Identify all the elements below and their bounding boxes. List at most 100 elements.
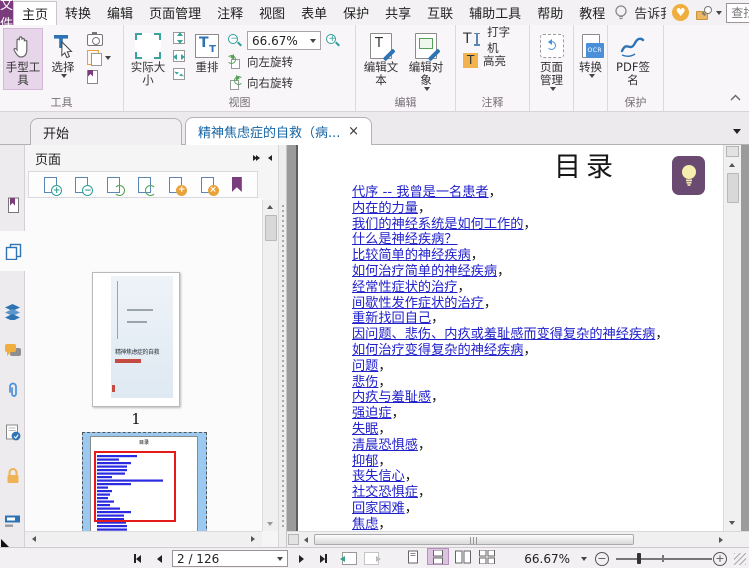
bookmark-page-button[interactable] [87,69,98,84]
menu-tab-comment[interactable]: 注释 [209,0,251,25]
page-rotate-left-button[interactable] [106,176,125,196]
zoom-slider-track[interactable] [616,558,712,560]
doc-hscroll-thumb[interactable] [314,534,634,545]
toc-link[interactable]: 焦虑 [352,517,378,531]
fit-height-icon[interactable] [173,32,185,44]
thumbnail-page-1[interactable]: 精神焦虑症的自救 [92,272,180,407]
zoom-out-icon[interactable]: − [227,33,243,49]
doc-scroll-right-icon[interactable] [715,534,727,546]
actual-size-button[interactable]: 实际大小 [127,28,169,90]
hand-tool-button[interactable]: 手型工具 [3,28,43,90]
menu-tab-accessibility[interactable]: 辅助工具 [461,0,529,25]
thumb-scroll-right-icon[interactable] [247,533,259,545]
menu-tab-home[interactable]: 主页 [13,1,58,25]
sidebar-item-pages[interactable] [0,231,26,271]
thumb-scroll-thumb[interactable] [265,215,277,241]
menu-tab-tutorial[interactable]: 教程 [571,0,613,25]
find-input[interactable] [727,5,749,20]
hsplit-handle[interactable] [288,534,299,545]
zoom-in-button[interactable]: + [712,548,728,568]
menu-tab-protect[interactable]: 保护 [335,0,377,25]
tab-document[interactable]: 精神焦虑症的自救（病... × [185,117,372,145]
layout-facing-button[interactable] [452,548,474,565]
doc-scroll-thumb[interactable] [726,173,739,203]
panel-expand-icon[interactable] [253,151,260,166]
layout-single-page-button[interactable] [402,548,424,565]
resize-grip[interactable] [733,548,746,568]
menu-tab-convert[interactable]: 转换 [57,0,99,25]
doc-scroll-down-icon[interactable] [726,517,738,529]
menu-tab-edit[interactable]: 编辑 [99,0,141,25]
statusbar-zoom-caret-icon[interactable] [578,548,590,568]
thumb-zoom-out-button[interactable]: − [75,176,94,196]
thumbnails-vertical-scrollbar[interactable] [262,200,278,531]
sidebar-item-comments[interactable] [0,335,25,367]
page-insert-button[interactable]: + [169,176,188,196]
heart-icon[interactable]: ♥ [672,4,690,21]
thumbnails-horizontal-scrollbar[interactable] [25,531,262,546]
tab-close-icon[interactable]: × [348,124,359,139]
panel-splitter[interactable] [278,145,287,547]
fit-visible-icon[interactable] [173,68,185,80]
clipboard-button[interactable] [87,49,111,66]
menu-tab-help[interactable]: 帮助 [529,0,571,25]
zoom-out-button[interactable]: − [594,548,610,568]
sidebar-item-attachments[interactable] [0,375,25,407]
document-vertical-scrollbar[interactable] [723,145,741,531]
tip-bulb-button[interactable] [672,156,705,195]
view-area-rect[interactable] [94,451,176,522]
tab-list-icon[interactable] [733,124,741,139]
rotate-left-button[interactable]: 向左旋转 [227,52,341,71]
sidebar-item-signatures[interactable] [0,417,25,449]
convert-button[interactable]: 转换 [577,28,605,81]
page-rotate-right-button[interactable] [137,176,156,196]
zoom-in-icon[interactable]: + [325,33,341,49]
layout-continuous-button[interactable] [427,548,449,565]
sidebar-item-security[interactable] [0,459,25,491]
search-scope-caret-icon[interactable] [716,10,723,15]
select-button[interactable]: 选择 [43,28,83,81]
split-view-handle[interactable] [726,146,739,157]
document-horizontal-scrollbar[interactable] [287,531,749,547]
edit-object-button[interactable]: 编辑对象 [403,28,449,94]
pdf-sign-button[interactable]: PDF签名 [611,28,655,90]
highlight-button[interactable]: 高亮 [459,49,512,70]
last-page-button[interactable] [314,548,332,568]
rotate-right-button[interactable]: 向右旋转 [227,73,341,92]
zoom-slider-thumb[interactable] [637,553,641,564]
document-page[interactable]: 目录 代序 -- 我曾是一名患者， 内在的力量， 我们的神经系统是如何工作的， … [296,145,723,531]
ribbon-collapse-icon[interactable] [730,90,741,105]
assistant-bulb-icon[interactable] [613,3,629,23]
typewriter-button[interactable]: 打字机 [459,25,526,55]
thumbnail-page-2-selected[interactable]: 目录 [82,432,207,531]
file-menu-button[interactable]: 文件 [0,0,14,32]
menu-tab-connect[interactable]: 互联 [419,0,461,25]
thumb-scroll-up-icon[interactable] [264,201,276,213]
doc-scroll-left-icon[interactable] [300,534,312,546]
fit-width-icon[interactable] [173,50,185,62]
sidebar-item-layers[interactable] [0,295,25,327]
reflow-button[interactable]: 重排 [187,28,227,77]
doc-scroll-up-icon[interactable] [726,159,738,171]
zoom-combobox[interactable]: 66.67% [247,31,321,50]
panel-collapse-icon[interactable] [268,151,272,166]
page-manage-button[interactable]: 页面管理 [533,28,570,94]
sidebar-item-bookmarks[interactable] [0,189,25,221]
thumb-zoom-in-button[interactable]: + [44,176,63,196]
snapshot-button[interactable] [87,31,103,46]
layout-continuous-facing-button[interactable] [476,548,498,565]
next-page-button[interactable] [294,548,308,568]
menu-tab-organize[interactable]: 页面管理 [141,0,209,25]
edit-text-button[interactable]: 编辑文本 [359,28,403,90]
tab-start[interactable]: 开始 [30,118,182,145]
page-number-combo[interactable]: 2 / 126 [172,550,288,567]
menu-tab-form[interactable]: 表单 [293,0,335,25]
next-view-button[interactable] [362,548,381,568]
thumb-bookmark-icon[interactable] [231,177,242,192]
menu-tab-view[interactable]: 视图 [251,0,293,25]
first-page-button[interactable] [128,548,146,568]
menu-tab-share[interactable]: 共享 [377,0,419,25]
thumb-scroll-down-icon[interactable] [264,518,276,530]
search-scope-icon[interactable] [696,5,713,20]
prev-page-button[interactable] [152,548,166,568]
